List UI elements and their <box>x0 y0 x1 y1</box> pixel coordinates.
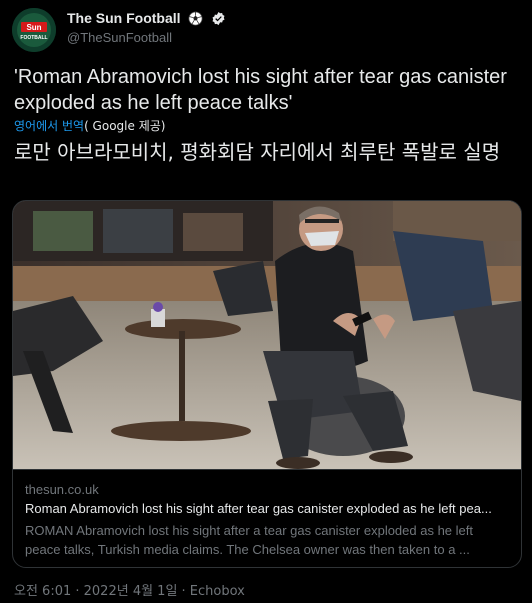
translated-text: 로만 아브라모비치, 평화회담 자리에서 최루탄 폭발로 실명 <box>14 140 501 164</box>
card-photo <box>13 201 521 469</box>
avatar[interactable]: Sun FOOTBALL <box>12 8 56 52</box>
translation-info: 영어에서 번역( Google 제공) <box>14 117 165 134</box>
sun-football-logo: Sun FOOTBALL <box>12 8 56 52</box>
link-card[interactable]: thesun.co.uk Roman Abramovich lost his s… <box>12 200 522 568</box>
translate-label[interactable]: 영어에서 번역 <box>14 119 84 133</box>
author-name[interactable]: The Sun Football <box>67 10 226 29</box>
svg-text:Sun: Sun <box>26 23 41 32</box>
tweet-text: 'Roman Abramovich lost his sight after t… <box>14 66 507 114</box>
card-domain: thesun.co.uk <box>25 482 99 497</box>
tweet-meta[interactable]: 오전 6:01 · 2022년 4월 1일 · Echobox <box>14 580 245 599</box>
card-title[interactable]: Roman Abramovich lost his sight after te… <box>25 501 510 516</box>
author-name-text[interactable]: The Sun Football <box>67 10 181 26</box>
translate-provider: ( Google 제공) <box>84 119 166 133</box>
tweet-header: Sun FOOTBALL The Sun Football @TheSunFoo… <box>12 6 520 54</box>
author-handle[interactable]: @TheSunFootball <box>67 30 172 45</box>
soccer-ball-icon <box>188 11 203 29</box>
verified-icon[interactable] <box>211 11 226 29</box>
card-image[interactable] <box>13 201 521 469</box>
card-body[interactable]: thesun.co.uk Roman Abramovich lost his s… <box>13 469 521 567</box>
svg-text:FOOTBALL: FOOTBALL <box>20 35 47 41</box>
card-description: ROMAN Abramovich lost his sight after a … <box>25 523 473 557</box>
